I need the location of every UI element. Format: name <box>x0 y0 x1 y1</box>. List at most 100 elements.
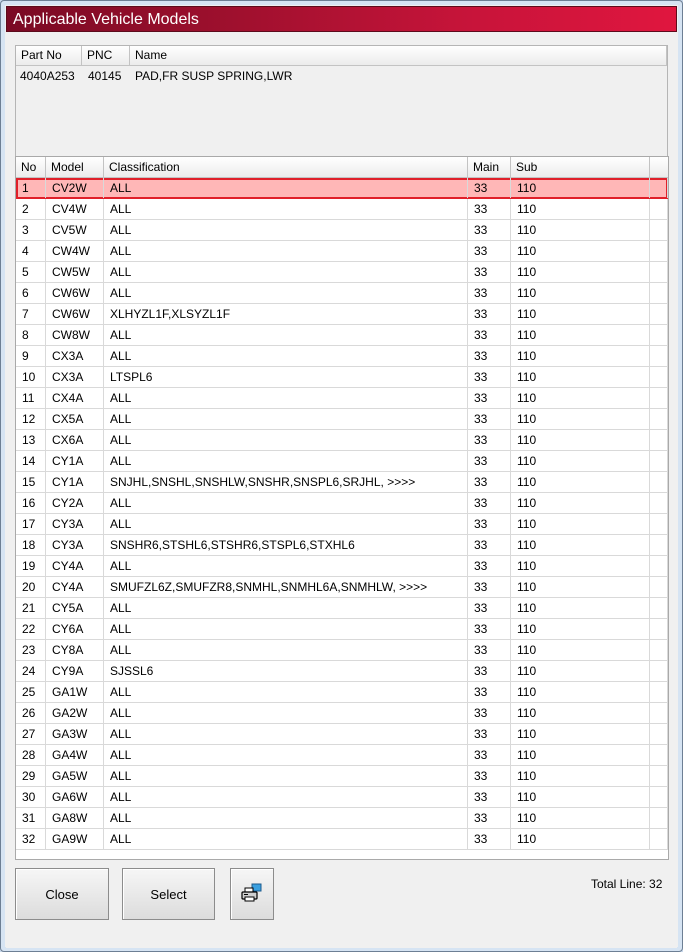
table-row[interactable]: 28 GA4W ALL 33 110 <box>16 745 668 766</box>
cell-model: GA8W <box>46 808 104 828</box>
table-row[interactable]: 13 CX6A ALL 33 110 <box>16 430 668 451</box>
table-row[interactable]: 30 GA6W ALL 33 110 <box>16 787 668 808</box>
cell-main: 33 <box>468 598 511 618</box>
cell-main: 33 <box>468 829 511 849</box>
cell-filler <box>650 220 668 240</box>
cell-classification: ALL <box>104 640 468 660</box>
table-row[interactable]: 27 GA3W ALL 33 110 <box>16 724 668 745</box>
table-row[interactable]: 11 CX4A ALL 33 110 <box>16 388 668 409</box>
cell-model: CV2W <box>46 178 104 198</box>
table-row[interactable]: 17 CY3A ALL 33 110 <box>16 514 668 535</box>
cell-no: 7 <box>16 304 46 324</box>
pnc-value: 40145 <box>88 69 122 83</box>
table-row[interactable]: 20 CY4A SMUFZL6Z,SMUFZR8,SNMHL,SNMHL6A,SNM… <box>16 577 668 598</box>
cell-classification: ALL <box>104 703 468 723</box>
table-row[interactable]: 29 GA5W ALL 33 110 <box>16 766 668 787</box>
cell-main: 33 <box>468 199 511 219</box>
close-button[interactable]: Close <box>15 868 109 920</box>
window-client: Part No PNC Name 4040A253 40145 PAD,FR S… <box>6 32 677 948</box>
cell-classification: ALL <box>104 178 468 198</box>
cell-classification: ALL <box>104 388 468 408</box>
column-header-pnc[interactable]: PNC <box>82 46 130 66</box>
cell-filler <box>650 199 668 219</box>
table-row[interactable]: 7 CW6W XLHYZL1F,XLSYZL1F 33 110 <box>16 304 668 325</box>
cell-model: GA1W <box>46 682 104 702</box>
table-row[interactable]: 22 CY6A ALL 33 110 <box>16 619 668 640</box>
table-row[interactable]: 18 CY3A SNSHR6,STSHL6,STSHR6,STSPL6,STXHL6… <box>16 535 668 556</box>
cell-sub: 110 <box>511 556 650 576</box>
table-row[interactable]: 14 CY1A ALL 33 110 <box>16 451 668 472</box>
column-header-main[interactable]: Main <box>468 157 511 178</box>
cell-sub: 110 <box>511 514 650 534</box>
cell-model: GA9W <box>46 829 104 849</box>
table-row[interactable]: 19 CY4A ALL 33 110 <box>16 556 668 577</box>
cell-sub: 110 <box>511 577 650 597</box>
table-row[interactable]: 23 CY8A ALL 33 110 <box>16 640 668 661</box>
models-table[interactable]: No Model Classification Main Sub 1 CV2W AL… <box>15 156 669 860</box>
cell-model: CY6A <box>46 619 104 639</box>
cell-filler <box>650 178 668 198</box>
cell-filler <box>650 724 668 744</box>
cell-main: 33 <box>468 787 511 807</box>
cell-no: 22 <box>16 619 46 639</box>
cell-no: 17 <box>16 514 46 534</box>
table-row[interactable]: 16 CY2A ALL 33 110 <box>16 493 668 514</box>
table-row[interactable]: 3 CV5W ALL 33 110 <box>16 220 668 241</box>
cell-main: 33 <box>468 304 511 324</box>
table-row[interactable]: 32 GA9W ALL 33 110 <box>16 829 668 850</box>
cell-model: GA2W <box>46 703 104 723</box>
cell-main: 33 <box>468 703 511 723</box>
cell-main: 33 <box>468 640 511 660</box>
title-bar[interactable]: Applicable Vehicle Models <box>6 6 677 32</box>
table-row[interactable]: 9 CX3A ALL 33 110 <box>16 346 668 367</box>
select-button[interactable]: Select <box>122 868 215 920</box>
cell-classification: ALL <box>104 262 468 282</box>
cell-filler <box>650 241 668 261</box>
cell-no: 4 <box>16 241 46 261</box>
table-row[interactable]: 6 CW6W ALL 33 110 <box>16 283 668 304</box>
table-row[interactable]: 4 CW4W ALL 33 110 <box>16 241 668 262</box>
cell-main: 33 <box>468 283 511 303</box>
cell-main: 33 <box>468 220 511 240</box>
column-header-model[interactable]: Model <box>46 157 104 178</box>
table-row[interactable]: 1 CV2W ALL 33 110 <box>16 178 668 199</box>
cell-filler <box>650 808 668 828</box>
cell-model: GA5W <box>46 766 104 786</box>
table-row[interactable]: 31 GA8W ALL 33 110 <box>16 808 668 829</box>
cell-filler <box>650 514 668 534</box>
column-header-part-no[interactable]: Part No <box>16 46 82 66</box>
print-button[interactable] <box>230 868 274 920</box>
table-row[interactable]: 24 CY9A SJSSL6 33 110 <box>16 661 668 682</box>
table-row[interactable]: 15 CY1A SNJHL,SNSHL,SNSHLW,SNSHR,SNSPL6,SR… <box>16 472 668 493</box>
table-row[interactable]: 25 GA1W ALL 33 110 <box>16 682 668 703</box>
cell-main: 33 <box>468 451 511 471</box>
cell-sub: 110 <box>511 199 650 219</box>
column-header-name[interactable]: Name <box>130 46 667 66</box>
cell-filler <box>650 535 668 555</box>
cell-no: 12 <box>16 409 46 429</box>
cell-no: 27 <box>16 724 46 744</box>
cell-no: 10 <box>16 367 46 387</box>
cell-model: CX5A <box>46 409 104 429</box>
table-row[interactable]: 21 CY5A ALL 33 110 <box>16 598 668 619</box>
cell-sub: 110 <box>511 388 650 408</box>
table-row[interactable]: 26 GA2W ALL 33 110 <box>16 703 668 724</box>
table-row[interactable]: 12 CX5A ALL 33 110 <box>16 409 668 430</box>
column-header-sub[interactable]: Sub <box>511 157 650 178</box>
cell-no: 1 <box>16 178 46 198</box>
cell-filler <box>650 661 668 681</box>
table-row[interactable]: 2 CV4W ALL 33 110 <box>16 199 668 220</box>
cell-main: 33 <box>468 535 511 555</box>
cell-main: 33 <box>468 346 511 366</box>
cell-no: 30 <box>16 787 46 807</box>
table-row[interactable]: 10 CX3A LTSPL6 33 110 <box>16 367 668 388</box>
cell-classification: ALL <box>104 724 468 744</box>
table-row[interactable]: 8 CW8W ALL 33 110 <box>16 325 668 346</box>
cell-model: CY8A <box>46 640 104 660</box>
column-header-classification[interactable]: Classification <box>104 157 468 178</box>
column-header-no[interactable]: No <box>16 157 46 178</box>
table-row[interactable]: 5 CW5W ALL 33 110 <box>16 262 668 283</box>
cell-main: 33 <box>468 808 511 828</box>
cell-no: 31 <box>16 808 46 828</box>
part-info-list[interactable]: Part No PNC Name 4040A253 40145 PAD,FR S… <box>15 45 668 158</box>
